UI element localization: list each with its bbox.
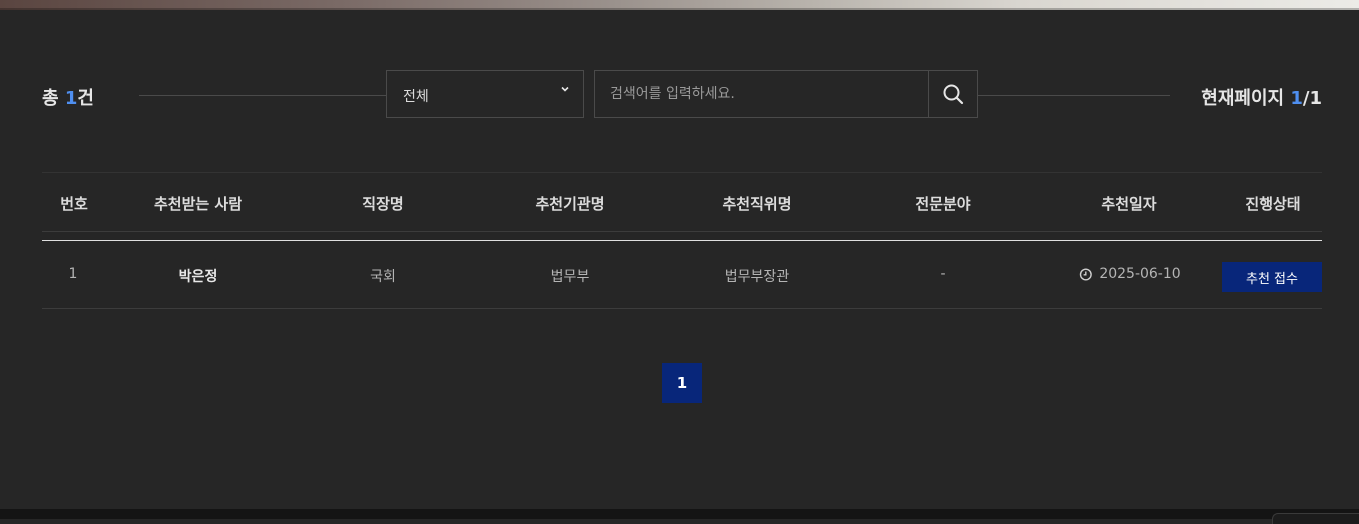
- date-wrap: 2025-06-10: [1079, 266, 1181, 282]
- clock-icon: [1079, 267, 1092, 281]
- page-total: /1: [1302, 88, 1322, 109]
- total-suffix: 건: [77, 88, 94, 109]
- table-header: 번호 추천받는 사람 직장명 추천기관명 추천직위명 전문분야 추천일자 진행상…: [42, 172, 1322, 232]
- divider-right: [977, 95, 1170, 96]
- bottom-bar: [0, 509, 1359, 524]
- header-no: 번호: [60, 195, 88, 213]
- header-workplace: 직장명: [362, 195, 404, 213]
- search-category-select[interactable]: 전체: [386, 70, 584, 118]
- page-label: 현재페이지: [1201, 88, 1291, 109]
- hero-image-strip: [0, 0, 1359, 10]
- cell-person[interactable]: 박은정: [179, 266, 218, 286]
- header-status: 진행상태: [1245, 195, 1301, 213]
- current-page-info: 현재페이지 1/1: [1201, 84, 1322, 110]
- search-icon: [943, 84, 964, 105]
- page-button-1[interactable]: 1: [662, 363, 702, 403]
- divider-left: [139, 95, 387, 96]
- cell-workplace: 국회: [370, 269, 396, 285]
- recommendation-table: 번호 추천받는 사람 직장명 추천기관명 추천직위명 전문분야 추천일자 진행상…: [42, 172, 1322, 309]
- total-prefix: 총: [42, 88, 65, 109]
- header-org: 추천기관명: [535, 195, 605, 213]
- cell-date: 2025-06-10: [1079, 266, 1181, 282]
- total-count-number: 1: [64, 88, 78, 109]
- total-count: 총 1건: [42, 84, 94, 110]
- search-category-value: 전체: [403, 89, 429, 105]
- header-person: 추천받는 사람: [153, 195, 243, 213]
- cell-field: -: [940, 266, 946, 282]
- table-row[interactable]: 1 박은정 국회 법무부 법무부장관 - 2025-06-10 추천 접수: [42, 241, 1322, 309]
- cell-org: 법무부: [550, 269, 590, 285]
- cell-position: 법무부장관: [724, 269, 790, 285]
- status-badge: 추천 접수: [1222, 262, 1322, 292]
- header-field: 전문분야: [915, 195, 971, 213]
- current-page-number: 1: [1290, 88, 1303, 109]
- header-date: 추천일자: [1101, 195, 1157, 213]
- search-input[interactable]: [594, 70, 929, 118]
- header-position: 추천직위명: [722, 195, 792, 213]
- chevron-down-icon: [561, 86, 569, 92]
- cell-date-text: 2025-06-10: [1099, 266, 1181, 282]
- search-button[interactable]: [928, 70, 978, 118]
- cell-no: 1: [68, 266, 78, 282]
